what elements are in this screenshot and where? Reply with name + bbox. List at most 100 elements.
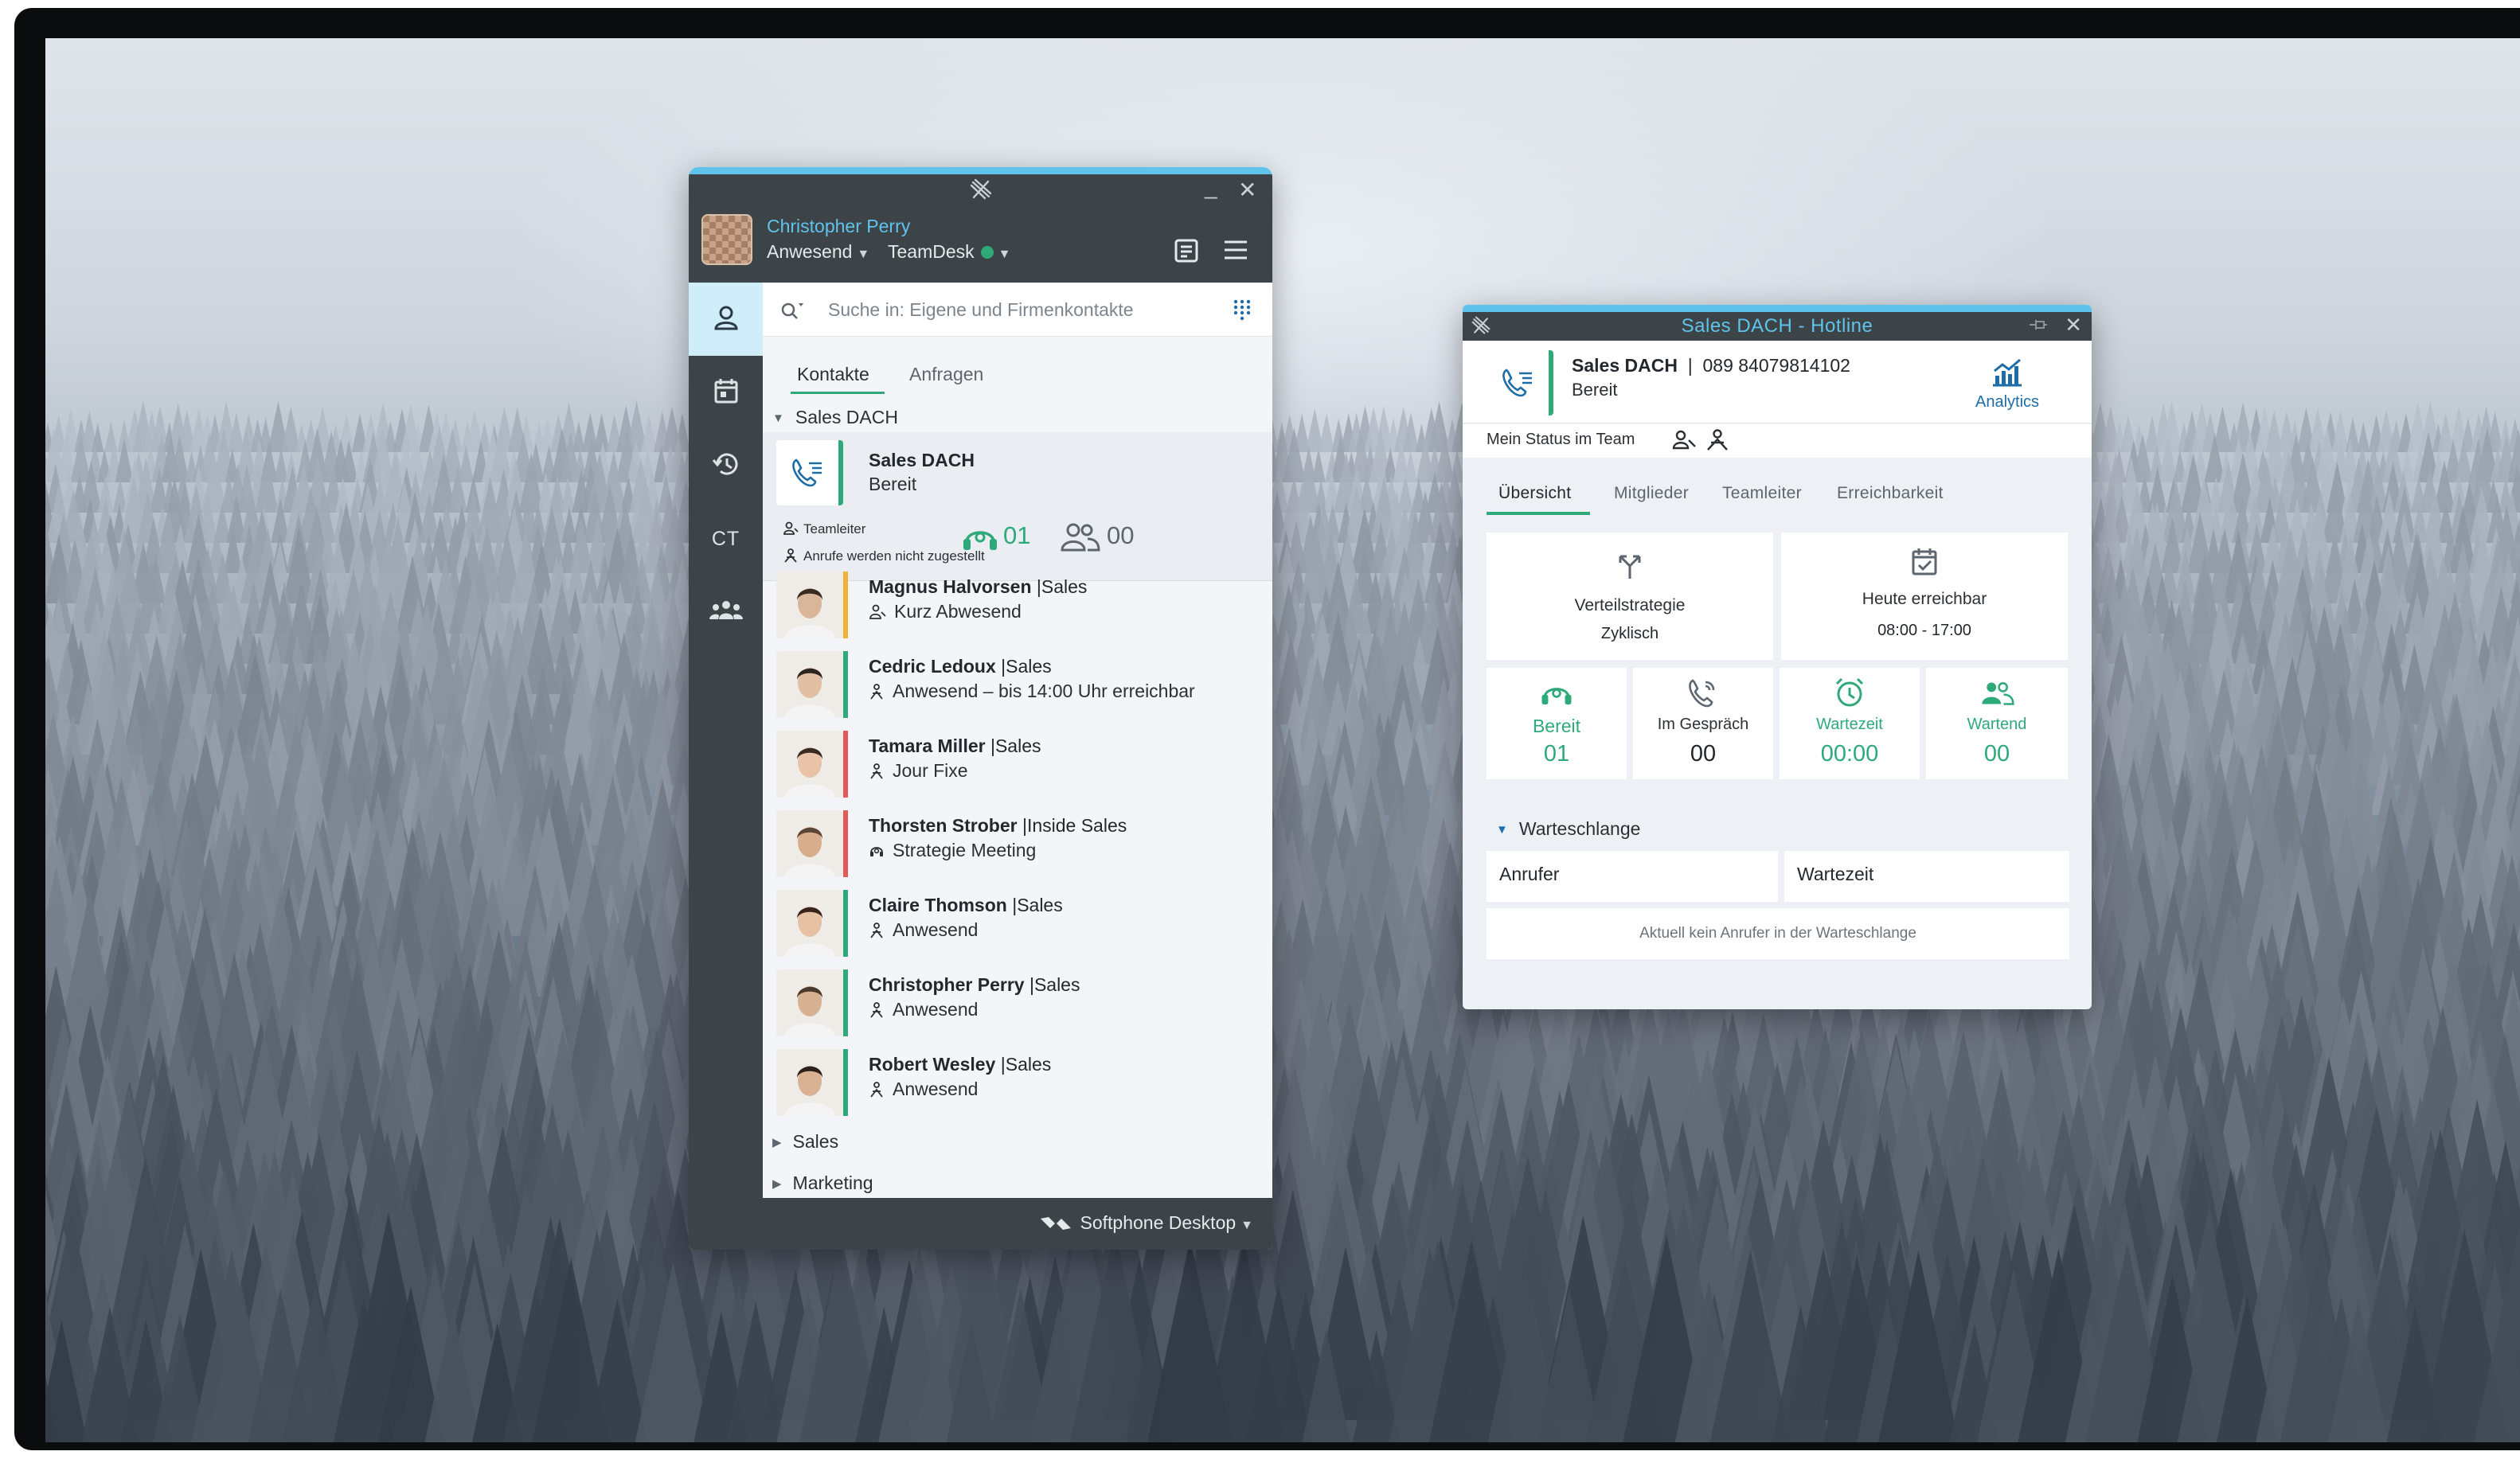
- contact-status-row: Kurz Abwesend: [869, 601, 1022, 622]
- present-icon: [869, 919, 893, 940]
- contact-status-row: Anwesend: [869, 919, 978, 941]
- queue-empty-message: Aktuell kein Anrufer in der Warteschlang…: [1487, 908, 2069, 959]
- list-item[interactable]: Thorsten Strober |Inside Sales Strategie …: [763, 804, 1272, 884]
- rail-teams[interactable]: [689, 575, 763, 649]
- window-footer: Softphone Desktop ▼: [689, 1198, 1272, 1250]
- calendar-check-icon: [1781, 545, 2068, 577]
- hotline-title: Sales DACH - Hotline: [1681, 315, 1873, 337]
- reachable-value: 08:00 - 17:00: [1877, 622, 1971, 639]
- team-card-title: Sales DACH: [869, 450, 975, 470]
- contact-department: Sales: [1017, 895, 1063, 915]
- chevron-down-icon: ▼: [1240, 1219, 1253, 1232]
- contact-photo: [776, 572, 843, 638]
- menu-icon[interactable]: [1222, 238, 1249, 266]
- hotline-number[interactable]: 089 84079814102: [1702, 355, 1850, 376]
- strategy-label: Verteilstrategie: [1574, 596, 1686, 614]
- tab-erreichbarkeit[interactable]: Erreichbarkeit: [1837, 484, 1944, 503]
- caret-right-icon: ▶: [772, 1177, 782, 1191]
- tab-anfragen[interactable]: Anfragen: [909, 364, 983, 385]
- tab-mitglieder[interactable]: Mitglieder: [1614, 484, 1689, 503]
- caret-right-icon: ▶: [772, 1136, 782, 1149]
- rail-ct[interactable]: CT: [689, 502, 763, 575]
- list-item[interactable]: Tamara Miller |Sales Jour Fixe: [763, 724, 1272, 804]
- window-header: _ ✕ Christopher Perry Anwesend ▼ TeamDesk…: [689, 174, 1272, 283]
- stat-talking-tile: Im Gespräch 00: [1633, 668, 1773, 779]
- list-item[interactable]: Robert Wesley |Sales Anwesend: [763, 1043, 1272, 1122]
- dialpad-icon[interactable]: [1233, 298, 1252, 325]
- chevron-down-icon: ▼: [998, 248, 1011, 261]
- minimize-icon[interactable]: _: [1205, 176, 1217, 198]
- rail-calendar[interactable]: [689, 356, 763, 429]
- contact-name-row: Christopher Perry |Sales: [869, 974, 1080, 995]
- strategy-value: Zyklisch: [1600, 625, 1659, 642]
- contact-status: Jour Fixe: [893, 760, 968, 781]
- list-item[interactable]: Claire Thomson |Sales Anwesend: [763, 884, 1272, 963]
- search-input[interactable]: Suche in: Eigene und Firmenkontakte: [828, 299, 1134, 321]
- user-name[interactable]: Christopher Perry: [767, 216, 910, 237]
- pin-icon[interactable]: [2028, 317, 2049, 337]
- teamleader-icon: [1671, 429, 1697, 456]
- active-tab-indicator: [1487, 512, 1590, 515]
- queue-column-caller[interactable]: Anrufer: [1487, 851, 1778, 902]
- contact-department: Sales: [1005, 1054, 1052, 1075]
- not-delivered-icon[interactable]: [1705, 429, 1730, 456]
- tab-kontakte[interactable]: Kontakte: [797, 364, 869, 385]
- list-item[interactable]: Christopher Perry |Sales Anwesend: [763, 963, 1272, 1043]
- contact-status: Strategie Meeting: [893, 840, 1037, 860]
- present-icon: [869, 999, 893, 1020]
- phone-talking-icon: [1633, 677, 1773, 709]
- group-label: Marketing: [792, 1172, 873, 1193]
- stat-waittime-tile: Wartezeit 00:00: [1780, 668, 1920, 779]
- close-icon[interactable]: ✕: [1238, 179, 1256, 201]
- main-window: _ ✕ Christopher Perry Anwesend ▼ TeamDesk…: [689, 167, 1272, 1250]
- stat-talking-label: Im Gespräch: [1657, 716, 1749, 733]
- close-icon[interactable]: ✕: [2065, 314, 2082, 335]
- search-bar[interactable]: Suche in: Eigene und Firmenkontakte: [763, 283, 1272, 337]
- contact-status: Anwesend: [893, 1079, 979, 1099]
- stat-talking-value: 00: [1690, 741, 1717, 767]
- queue-title: Warteschlange: [1518, 818, 1641, 839]
- stat-waiting-value: 00: [1983, 741, 2010, 767]
- notes-icon[interactable]: [1173, 236, 1201, 269]
- presence-label: Anwesend: [767, 241, 853, 262]
- analytics-icon: [1993, 358, 2022, 387]
- contact-name-row: Magnus Halvorsen |Sales: [869, 576, 1088, 597]
- rail-history[interactable]: [689, 429, 763, 502]
- rail-contacts[interactable]: [689, 283, 763, 356]
- queue-column-waittime[interactable]: Wartezeit: [1784, 851, 2069, 902]
- contact-photo: [776, 810, 843, 877]
- presence-bar: [843, 969, 848, 1036]
- avatar[interactable]: [701, 214, 752, 265]
- contact-department: Sales: [994, 735, 1041, 756]
- analytics-button[interactable]: Analytics: [1967, 357, 2047, 412]
- my-status-row: Mein Status im Team: [1463, 424, 2092, 458]
- calendar-icon: [712, 376, 740, 409]
- headset-icon: [960, 520, 1000, 559]
- team-selector[interactable]: TeamDesk ▼: [888, 241, 1011, 263]
- group-header-marketing[interactable]: ▶ Marketing: [772, 1172, 873, 1194]
- present-icon: [869, 681, 893, 701]
- tab-uebersicht[interactable]: Übersicht: [1498, 484, 1571, 503]
- hotline-phone-icon: [1487, 350, 1553, 415]
- tab-teamleiter[interactable]: Teamleiter: [1722, 484, 1802, 503]
- team-card[interactable]: Sales DACH Bereit Teamleiter Anrufe werd…: [763, 432, 1272, 581]
- contact-name-row: Cedric Ledoux |Sales: [869, 656, 1052, 677]
- list-item[interactable]: Magnus Halvorsen |Sales Kurz Abwesend: [763, 565, 1272, 645]
- online-dot-icon: [980, 246, 994, 259]
- group-header-sales[interactable]: ▶ Sales: [772, 1131, 838, 1153]
- presence-selector[interactable]: Anwesend ▼: [767, 241, 869, 263]
- group-header-sales-dach[interactable]: ▼ Sales DACH: [772, 407, 898, 428]
- contacts-panel: Suche in: Eigene und Firmenkontakte Kont…: [763, 283, 1272, 1198]
- queue-header[interactable]: ▼ Warteschlange: [1496, 818, 1640, 840]
- device-selector[interactable]: Softphone Desktop ▼: [1039, 1212, 1253, 1234]
- stat-waiting-label: Wartend: [1967, 716, 2027, 733]
- hotline-titlebar: Sales DACH - Hotline ✕: [1463, 312, 2092, 341]
- list-item[interactable]: Cedric Ledoux |Sales Anwesend – bis 14:00…: [763, 645, 1272, 724]
- contact-status: Anwesend: [893, 919, 979, 940]
- caret-down-icon: ▼: [772, 412, 784, 425]
- hotline-separator: |: [1687, 355, 1693, 376]
- window-accent-strip: [689, 167, 1272, 174]
- group-label: Sales DACH: [795, 407, 898, 427]
- reachable-tile: Heute erreichbar 08:00 - 17:00: [1781, 533, 2068, 660]
- search-icon[interactable]: [779, 298, 806, 326]
